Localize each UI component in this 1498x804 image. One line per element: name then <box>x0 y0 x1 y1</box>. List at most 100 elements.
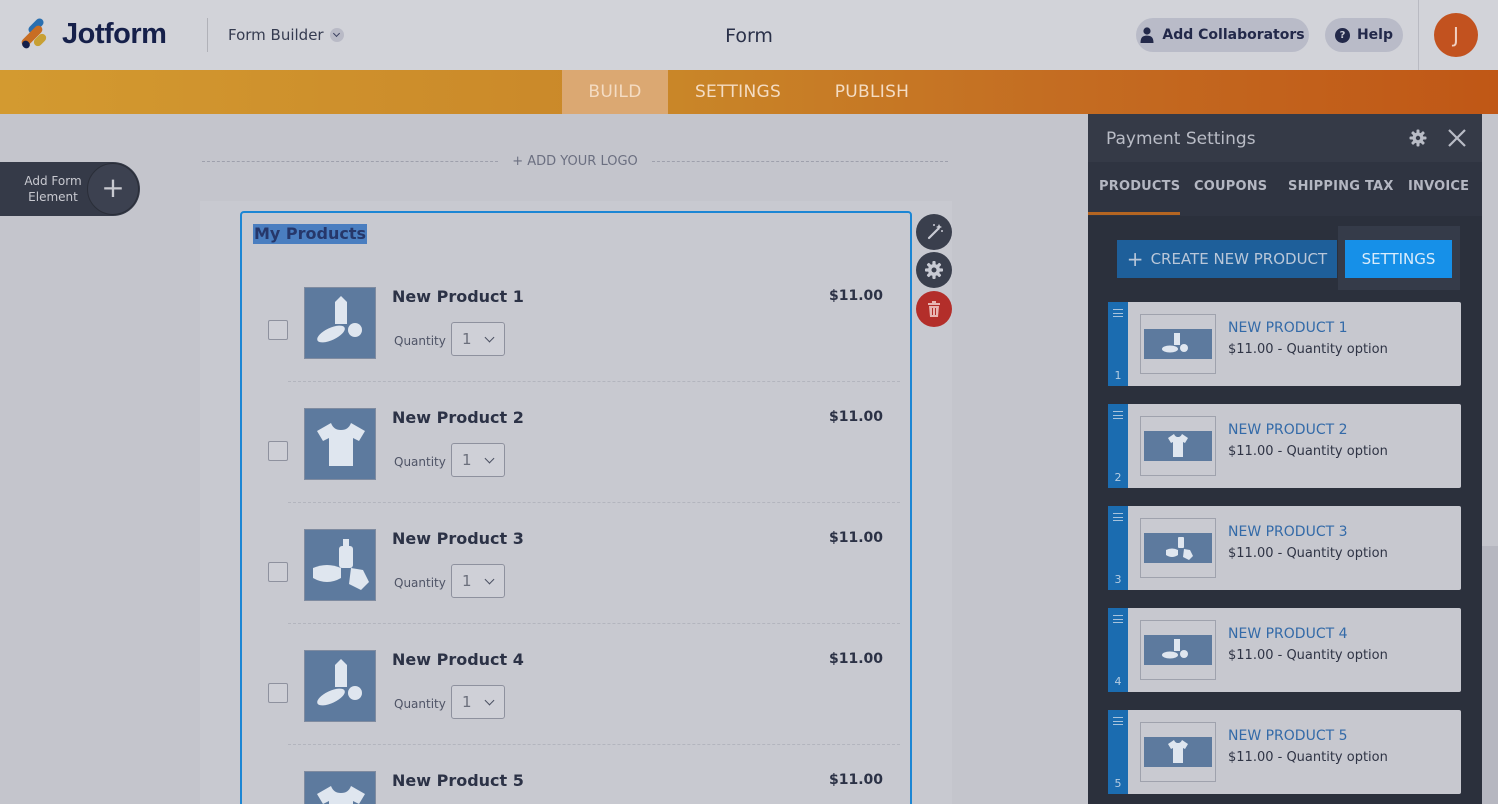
product-price: $11.00 <box>828 409 883 425</box>
magic-wand-icon <box>927 224 943 240</box>
product-price: $11.00 <box>828 651 883 667</box>
tab-publish[interactable]: PUBLISH <box>820 70 924 114</box>
tab-coupons[interactable]: COUPONS <box>1194 179 1267 194</box>
product-settings-button[interactable]: SETTINGS <box>1345 240 1452 278</box>
create-new-product-label: CREATE NEW PRODUCT <box>1150 250 1328 268</box>
drag-handle[interactable]: 2 <box>1108 404 1128 488</box>
product-list-item[interactable]: 2 NEW PRODUCT 2 $11.00 - Quantity option <box>1108 404 1461 488</box>
tab-products[interactable]: PRODUCTS <box>1099 179 1180 194</box>
product-checkbox[interactable] <box>268 562 288 582</box>
brand-name: Jotform <box>62 18 167 50</box>
builder-nav: BUILD SETTINGS PUBLISH <box>0 70 1498 114</box>
chevron-down-icon <box>484 574 495 585</box>
divider <box>1418 0 1419 70</box>
item-index: 1 <box>1114 369 1122 382</box>
panel-header: Payment Settings <box>1088 114 1482 162</box>
product-item-title: NEW PRODUCT 5 <box>1228 728 1348 744</box>
product-row: New Product 2 $11.00 Quantity 1 <box>268 408 900 529</box>
panel-tabs: PRODUCTS COUPONS SHIPPING TAX INVOICE <box>1088 162 1482 216</box>
product-item-desc: $11.00 - Quantity option <box>1228 342 1388 357</box>
payment-settings-panel: Payment Settings PRODUCTS COUPONS SHIPPI… <box>1088 114 1482 804</box>
product-name: New Product 1 <box>392 287 524 306</box>
add-form-element-button[interactable]: Add Form Element + <box>0 162 140 216</box>
add-form-element-label: Add Form Element <box>24 174 82 204</box>
tab-tax[interactable]: TAX <box>1365 179 1394 194</box>
field-settings-button[interactable] <box>916 252 952 288</box>
chevron-down-icon <box>484 453 495 464</box>
drag-handle[interactable]: 1 <box>1108 302 1128 386</box>
scrollbar-thumb[interactable] <box>1482 546 1498 804</box>
groceries-icon <box>1140 620 1216 680</box>
product-item-desc: $11.00 - Quantity option <box>1228 546 1388 561</box>
add-collaborators-button[interactable]: Add Collaborators <box>1136 18 1309 52</box>
product-checkbox[interactable] <box>268 683 288 703</box>
chevron-down-icon <box>484 695 495 706</box>
tab-invoice[interactable]: INVOICE <box>1408 179 1469 194</box>
quantity-select[interactable]: 1 <box>451 443 505 477</box>
row-divider <box>288 744 900 745</box>
create-new-product-button[interactable]: + CREATE NEW PRODUCT <box>1117 240 1337 278</box>
tshirt-icon <box>304 771 376 804</box>
groceries-icon <box>304 287 376 359</box>
row-divider <box>288 502 900 503</box>
drag-handle-icon <box>1113 411 1123 419</box>
drag-handle-icon <box>1113 717 1123 725</box>
product-name: New Product 5 <box>392 771 524 790</box>
user-avatar[interactable]: J <box>1434 13 1478 57</box>
tab-shipping[interactable]: SHIPPING <box>1288 179 1360 194</box>
drag-handle[interactable]: 3 <box>1108 506 1128 590</box>
row-divider <box>288 381 900 382</box>
form-builder-label: Form Builder <box>228 26 324 44</box>
product-row: New Product 5 $11.00 <box>268 771 898 804</box>
gear-icon[interactable] <box>1409 129 1427 147</box>
product-list-item[interactable]: 4 NEW PRODUCT 4 $11.00 - Quantity option <box>1108 608 1461 692</box>
product-item-desc: $11.00 - Quantity option <box>1228 444 1388 459</box>
jotform-logo[interactable]: Jotform <box>18 16 167 51</box>
product-item-desc: $11.00 - Quantity option <box>1228 648 1388 663</box>
row-divider <box>288 623 900 624</box>
product-item-desc: $11.00 - Quantity option <box>1228 750 1388 765</box>
logo-divider-left <box>202 161 498 162</box>
delete-field-button[interactable] <box>916 291 952 327</box>
quantity-select[interactable]: 1 <box>451 564 505 598</box>
form-builder-menu[interactable]: Form Builder <box>228 26 344 44</box>
tab-settings[interactable]: SETTINGS <box>680 70 796 114</box>
product-list-item[interactable]: 3 NEW PRODUCT 3 $11.00 - Quantity option <box>1108 506 1461 590</box>
product-list-item[interactable]: 5 NEW PRODUCT 5 $11.00 - Quantity option <box>1108 710 1461 794</box>
quantity-select[interactable]: 1 <box>451 685 505 719</box>
form-title[interactable]: Form <box>700 25 798 47</box>
help-button[interactable]: ? Help <box>1325 18 1403 52</box>
chevron-down-icon <box>329 28 344 42</box>
plus-icon: + <box>1126 247 1144 271</box>
product-list-item[interactable]: 1 NEW PRODUCT 1 $11.00 - Quantity option <box>1108 302 1461 386</box>
question-icon: ? <box>1334 27 1350 43</box>
divider <box>207 18 208 52</box>
item-index: 2 <box>1114 471 1122 484</box>
tshirt-icon <box>1140 416 1216 476</box>
add-logo-link[interactable]: + ADD YOUR LOGO <box>500 154 650 169</box>
tab-build[interactable]: BUILD <box>562 70 668 114</box>
product-row: New Product 4 $11.00 Quantity 1 <box>268 650 900 771</box>
quantity-select[interactable]: 1 <box>451 322 505 356</box>
jotform-logo-icon <box>18 16 50 51</box>
help-label: Help <box>1356 27 1394 43</box>
panel-title: Payment Settings <box>1106 129 1256 149</box>
product-item-title: NEW PRODUCT 3 <box>1228 524 1348 540</box>
item-index: 4 <box>1114 675 1122 688</box>
top-bar: Jotform Form Builder Form Add Collaborat… <box>0 0 1498 70</box>
drag-handle[interactable]: 5 <box>1108 710 1128 794</box>
product-checkbox[interactable] <box>268 320 288 340</box>
drag-handle[interactable]: 4 <box>1108 608 1128 692</box>
panel-scrollbar[interactable] <box>1482 114 1498 804</box>
close-icon[interactable] <box>1447 128 1467 148</box>
product-name: New Product 4 <box>392 650 524 669</box>
product-price: $11.00 <box>828 288 883 304</box>
product-checkbox[interactable] <box>268 441 288 461</box>
active-tab-indicator <box>1088 212 1180 215</box>
magic-wand-button[interactable] <box>916 214 952 250</box>
product-name: New Product 2 <box>392 408 524 427</box>
field-title[interactable]: My Products <box>253 224 368 244</box>
tshirt-icon <box>304 408 376 480</box>
item-index: 5 <box>1114 777 1122 790</box>
ppe-icon <box>1140 518 1216 578</box>
